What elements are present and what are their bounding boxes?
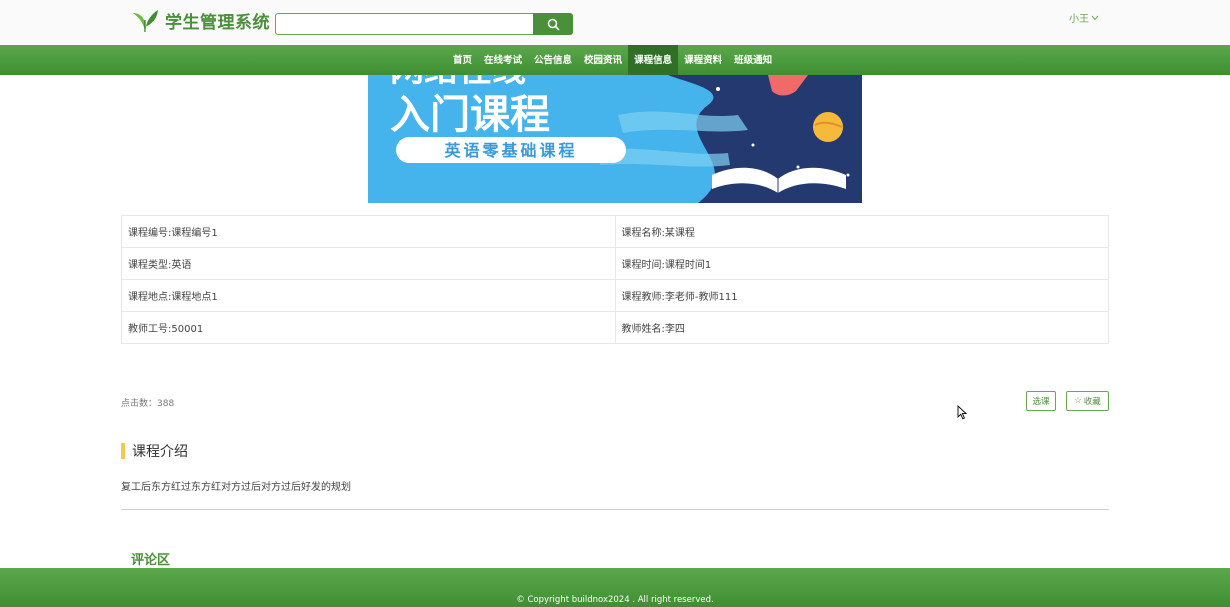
star-outline-icon: ☆ [1074, 396, 1082, 406]
user-name: 小王 [1069, 14, 1089, 25]
intro-heading: 课程介绍 [121, 442, 188, 460]
favorite-button[interactable]: ☆ 收藏 [1066, 391, 1109, 411]
course-time-cell: 课程时间:课程时间1 [614, 247, 1109, 280]
select-course-label: 选课 [1032, 397, 1050, 407]
nav-list: 首页 在线考试 公告信息 校园资讯 课程信息 课程资料 班级通知 [447, 45, 778, 75]
course-info-table: 课程编号:课程编号1 课程名称:某课程 课程类型:英语 课程时间:课程时间1 课… [121, 215, 1109, 344]
table-row: 课程类型:英语 课程时间:课程时间1 [121, 247, 1109, 280]
course-location-cell: 课程地点:课程地点1 [121, 279, 616, 312]
footer: © Copyright buildnox2024 . All right res… [0, 568, 1230, 607]
course-banner: 网络在线 入门课程 英语零基础课程 [368, 75, 862, 203]
search-input[interactable] [275, 13, 534, 35]
course-type-cell: 课程类型:英语 [121, 247, 616, 280]
table-row: 课程编号:课程编号1 课程名称:某课程 [121, 215, 1109, 248]
chevron-down-icon [1091, 15, 1099, 20]
nav-item-announcements[interactable]: 公告信息 [528, 45, 578, 75]
course-banner-image: 网络在线 入门课程 英语零基础课程 [368, 75, 862, 203]
search-button[interactable] [533, 13, 573, 35]
table-row: 教师工号:50001 教师姓名:李四 [121, 311, 1109, 344]
logo[interactable]: 学生管理系统 [131, 7, 270, 33]
intro-text: 复工后东方红过东方红对方过后对方过后好发的规划 [121, 482, 351, 493]
teacher-id-cell: 教师工号:50001 [121, 311, 616, 344]
course-name-cell: 课程名称:某课程 [614, 215, 1109, 248]
main-nav: 首页 在线考试 公告信息 校园资讯 课程信息 课程资料 班级通知 [0, 45, 1230, 75]
mouse-pointer-icon [957, 405, 967, 420]
nav-item-home[interactable]: 首页 [447, 45, 478, 75]
favorite-label: 收藏 [1083, 397, 1101, 407]
top-bar: 学生管理系统 小王 [0, 0, 1230, 45]
table-row: 课程地点:课程地点1 课程教师:李老师-教师111 [121, 279, 1109, 312]
select-course-button[interactable]: 选课 [1026, 391, 1056, 411]
leaf-logo-icon [133, 10, 158, 32]
nav-item-course-materials[interactable]: 课程资料 [678, 45, 728, 75]
nav-item-course-info[interactable]: 课程信息 [628, 45, 679, 75]
comments-title: 评论区 [131, 553, 171, 568]
banner-subtitle: 英语零基础课程 [443, 141, 577, 160]
heading-accent-bar [121, 443, 125, 459]
divider [121, 509, 1109, 510]
search-icon [547, 18, 560, 31]
page: 学生管理系统 小王 首页 在线考试 公告信息 校园资讯 课程信息 课程资料 班级… [0, 0, 1230, 607]
course-number-cell: 课程编号:课程编号1 [121, 215, 616, 248]
intro-title: 课程介绍 [132, 444, 188, 460]
course-teacher-cell: 课程教师:李老师-教师111 [614, 279, 1109, 312]
logo-text: 学生管理系统 [165, 12, 270, 33]
banner-line-1: 网络在线 [390, 75, 526, 90]
banner-line-2: 入门课程 [390, 92, 550, 138]
teacher-name-cell: 教师姓名:李四 [614, 311, 1109, 344]
nav-item-online-exam[interactable]: 在线考试 [478, 45, 528, 75]
copyright-text: © Copyright buildnox2024 . All right res… [516, 595, 714, 605]
nav-item-campus-news[interactable]: 校园资讯 [578, 45, 628, 75]
user-menu[interactable]: 小王 [1069, 10, 1099, 25]
click-count: 点击数：388 [121, 399, 175, 409]
nav-item-class-notices[interactable]: 班级通知 [728, 45, 778, 75]
